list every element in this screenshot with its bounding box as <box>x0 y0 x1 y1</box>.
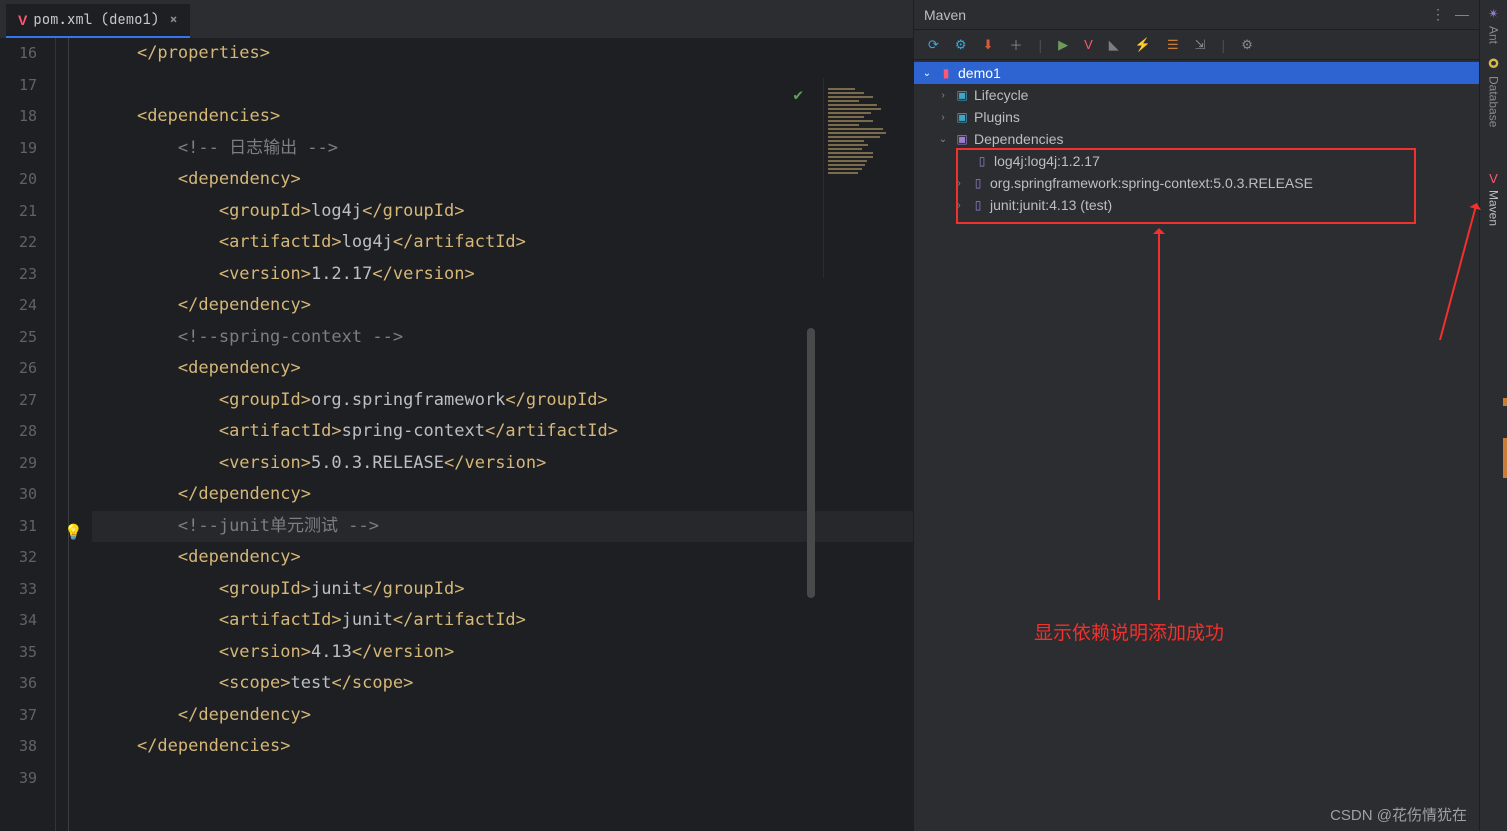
code-line[interactable]: <dependency> <box>92 353 913 385</box>
folder-icon: ▣ <box>954 109 970 125</box>
annotation-arrow <box>1158 230 1160 600</box>
rail-label: Maven <box>1487 190 1501 226</box>
rail-label: Database <box>1487 76 1501 127</box>
code-line[interactable]: <artifactId>spring-context</artifactId> <box>92 416 913 448</box>
tree-label: Lifecycle <box>974 87 1028 103</box>
tree-node-dep[interactable]: › ▯ junit:junit:4.13 (test) <box>914 194 1479 216</box>
code-content[interactable]: </properties> <dependencies> <!-- 日志输出 -… <box>92 38 913 831</box>
code-line[interactable]: <!-- 日志输出 --> <box>92 133 913 165</box>
code-line[interactable]: </dependency> <box>92 700 913 732</box>
code-line[interactable]: <dependencies> <box>92 101 913 133</box>
code-line[interactable]: <!--junit单元测试 --> <box>92 511 913 543</box>
tree-node-lifecycle[interactable]: › ▣ Lifecycle <box>914 84 1479 106</box>
chevron-right-icon: › <box>952 178 966 189</box>
show-dependencies-icon[interactable]: ☰ <box>1167 37 1179 53</box>
code-area[interactable]: 1617181920212223242526272829303132333435… <box>0 38 913 831</box>
code-line[interactable]: <scope>test</scope> <box>92 668 913 700</box>
vertical-scrollbar[interactable] <box>807 328 815 598</box>
tab-bar: V pom.xml (demo1) × <box>0 0 913 38</box>
reload-icon[interactable]: ⟳ <box>928 37 939 53</box>
maven-file-icon: V <box>18 12 27 28</box>
run-icon[interactable]: ▶ <box>1058 37 1068 53</box>
download-icon[interactable]: ⬇ <box>983 37 994 53</box>
skip-tests-icon[interactable]: ⚡ <box>1135 37 1151 53</box>
rail-marker <box>1503 398 1507 406</box>
tree-label: Plugins <box>974 109 1020 125</box>
execute-goal-icon[interactable]: V <box>1084 37 1093 52</box>
library-icon: ▯ <box>970 197 986 213</box>
code-line[interactable]: <dependency> <box>92 164 913 196</box>
collapse-icon[interactable]: ⇲ <box>1195 37 1206 53</box>
editor-panel: V pom.xml (demo1) × 16171819202122232425… <box>0 0 913 831</box>
code-line[interactable]: <groupId>org.springframework</groupId> <box>92 385 913 417</box>
code-line[interactable] <box>92 763 913 795</box>
close-icon[interactable]: × <box>169 11 177 29</box>
tree-label: demo1 <box>958 65 1001 81</box>
right-tool-rail: ✴ Ant 🞉 Database V Maven <box>1479 0 1507 831</box>
watermark: CSDN @花伤情犹在 <box>1330 804 1467 825</box>
code-line[interactable]: <groupId>log4j</groupId> <box>92 196 913 228</box>
chevron-right-icon: › <box>936 112 950 123</box>
ant-icon: ✴ <box>1488 6 1499 22</box>
maven-toolbar: ⟳ ⚙ ⬇ ＋ | ▶ V ◣ ⚡ ☰ ⇲ | ⚙ <box>914 30 1479 60</box>
tree-node-plugins[interactable]: › ▣ Plugins <box>914 106 1479 128</box>
inspection-ok-icon[interactable]: ✔ <box>793 84 803 105</box>
minimap[interactable] <box>823 78 913 278</box>
maven-tool-panel: Maven ⋮ — ⟳ ⚙ ⬇ ＋ | ▶ V ◣ ⚡ ☰ ⇲ | ⚙ ⌄ ▮ … <box>913 0 1479 831</box>
maven-project-icon: ▮ <box>938 65 954 81</box>
library-icon: ▯ <box>970 175 986 191</box>
fold-column <box>56 38 92 831</box>
tab-pom-xml[interactable]: V pom.xml (demo1) × <box>6 4 190 38</box>
annotation-text: 显示依赖说明添加成功 <box>1034 618 1224 645</box>
tree-node-dependencies[interactable]: ⌄ ▣ Dependencies <box>914 128 1479 150</box>
code-line[interactable]: <version>1.2.17</version> <box>92 259 913 291</box>
rail-tab-maven[interactable]: V Maven <box>1487 171 1501 226</box>
code-line[interactable] <box>92 70 913 102</box>
settings-icon[interactable]: ⚙ <box>1241 37 1253 53</box>
intention-bulb-icon[interactable]: 💡 <box>64 522 83 542</box>
maven-tree[interactable]: ⌄ ▮ demo1 › ▣ Lifecycle › ▣ Plugins ⌄ ▣ … <box>914 60 1479 218</box>
chevron-down-icon: ⌄ <box>920 68 934 79</box>
tree-node-dep[interactable]: ▯ log4j:log4j:1.2.17 <box>914 150 1479 172</box>
toggle-offline-icon[interactable]: ◣ <box>1109 37 1119 53</box>
code-line[interactable]: <dependency> <box>92 542 913 574</box>
minimize-icon[interactable]: — <box>1455 6 1469 23</box>
generate-sources-icon[interactable]: ⚙ <box>955 37 967 53</box>
tree-label: org.springframework:spring-context:5.0.3… <box>990 175 1313 191</box>
tree-node-dep[interactable]: › ▯ org.springframework:spring-context:5… <box>914 172 1479 194</box>
tree-root-demo1[interactable]: ⌄ ▮ demo1 <box>914 62 1479 84</box>
code-line[interactable]: </dependency> <box>92 290 913 322</box>
annotation-arrow <box>1439 205 1477 341</box>
code-line[interactable]: <version>4.13</version> <box>92 637 913 669</box>
panel-title: Maven <box>924 7 966 23</box>
code-line[interactable]: <artifactId>log4j</artifactId> <box>92 227 913 259</box>
code-line[interactable]: <artifactId>junit</artifactId> <box>92 605 913 637</box>
more-icon[interactable]: ⋮ <box>1431 6 1445 23</box>
panel-header: Maven ⋮ — <box>914 0 1479 30</box>
rail-tab-database[interactable]: 🞉 Database <box>1487 56 1501 127</box>
code-line[interactable]: <version>5.0.3.RELEASE</version> <box>92 448 913 480</box>
chevron-right-icon: › <box>936 90 950 101</box>
folder-icon: ▣ <box>954 87 970 103</box>
rail-label: Ant <box>1487 26 1501 44</box>
code-line[interactable]: <!--spring-context --> <box>92 322 913 354</box>
add-icon[interactable]: ＋ <box>1009 35 1022 54</box>
rail-marker <box>1503 438 1507 478</box>
code-line[interactable]: </dependencies> <box>92 731 913 763</box>
library-icon: ▯ <box>974 153 990 169</box>
tree-label: junit:junit:4.13 (test) <box>990 197 1112 213</box>
tab-label: pom.xml (demo1) <box>33 11 159 29</box>
chevron-right-icon: › <box>952 200 966 211</box>
database-icon: 🞉 <box>1488 56 1498 72</box>
tree-label: Dependencies <box>974 131 1064 147</box>
rail-tab-ant[interactable]: ✴ Ant <box>1487 6 1501 44</box>
code-line[interactable]: <groupId>junit</groupId> <box>92 574 913 606</box>
maven-icon: V <box>1489 171 1498 186</box>
dependencies-icon: ▣ <box>954 131 970 147</box>
code-line[interactable]: </properties> <box>92 38 913 70</box>
chevron-down-icon: ⌄ <box>936 134 950 145</box>
tree-label: log4j:log4j:1.2.17 <box>994 153 1100 169</box>
line-number-gutter: 1617181920212223242526272829303132333435… <box>0 38 56 831</box>
code-line[interactable]: </dependency> <box>92 479 913 511</box>
